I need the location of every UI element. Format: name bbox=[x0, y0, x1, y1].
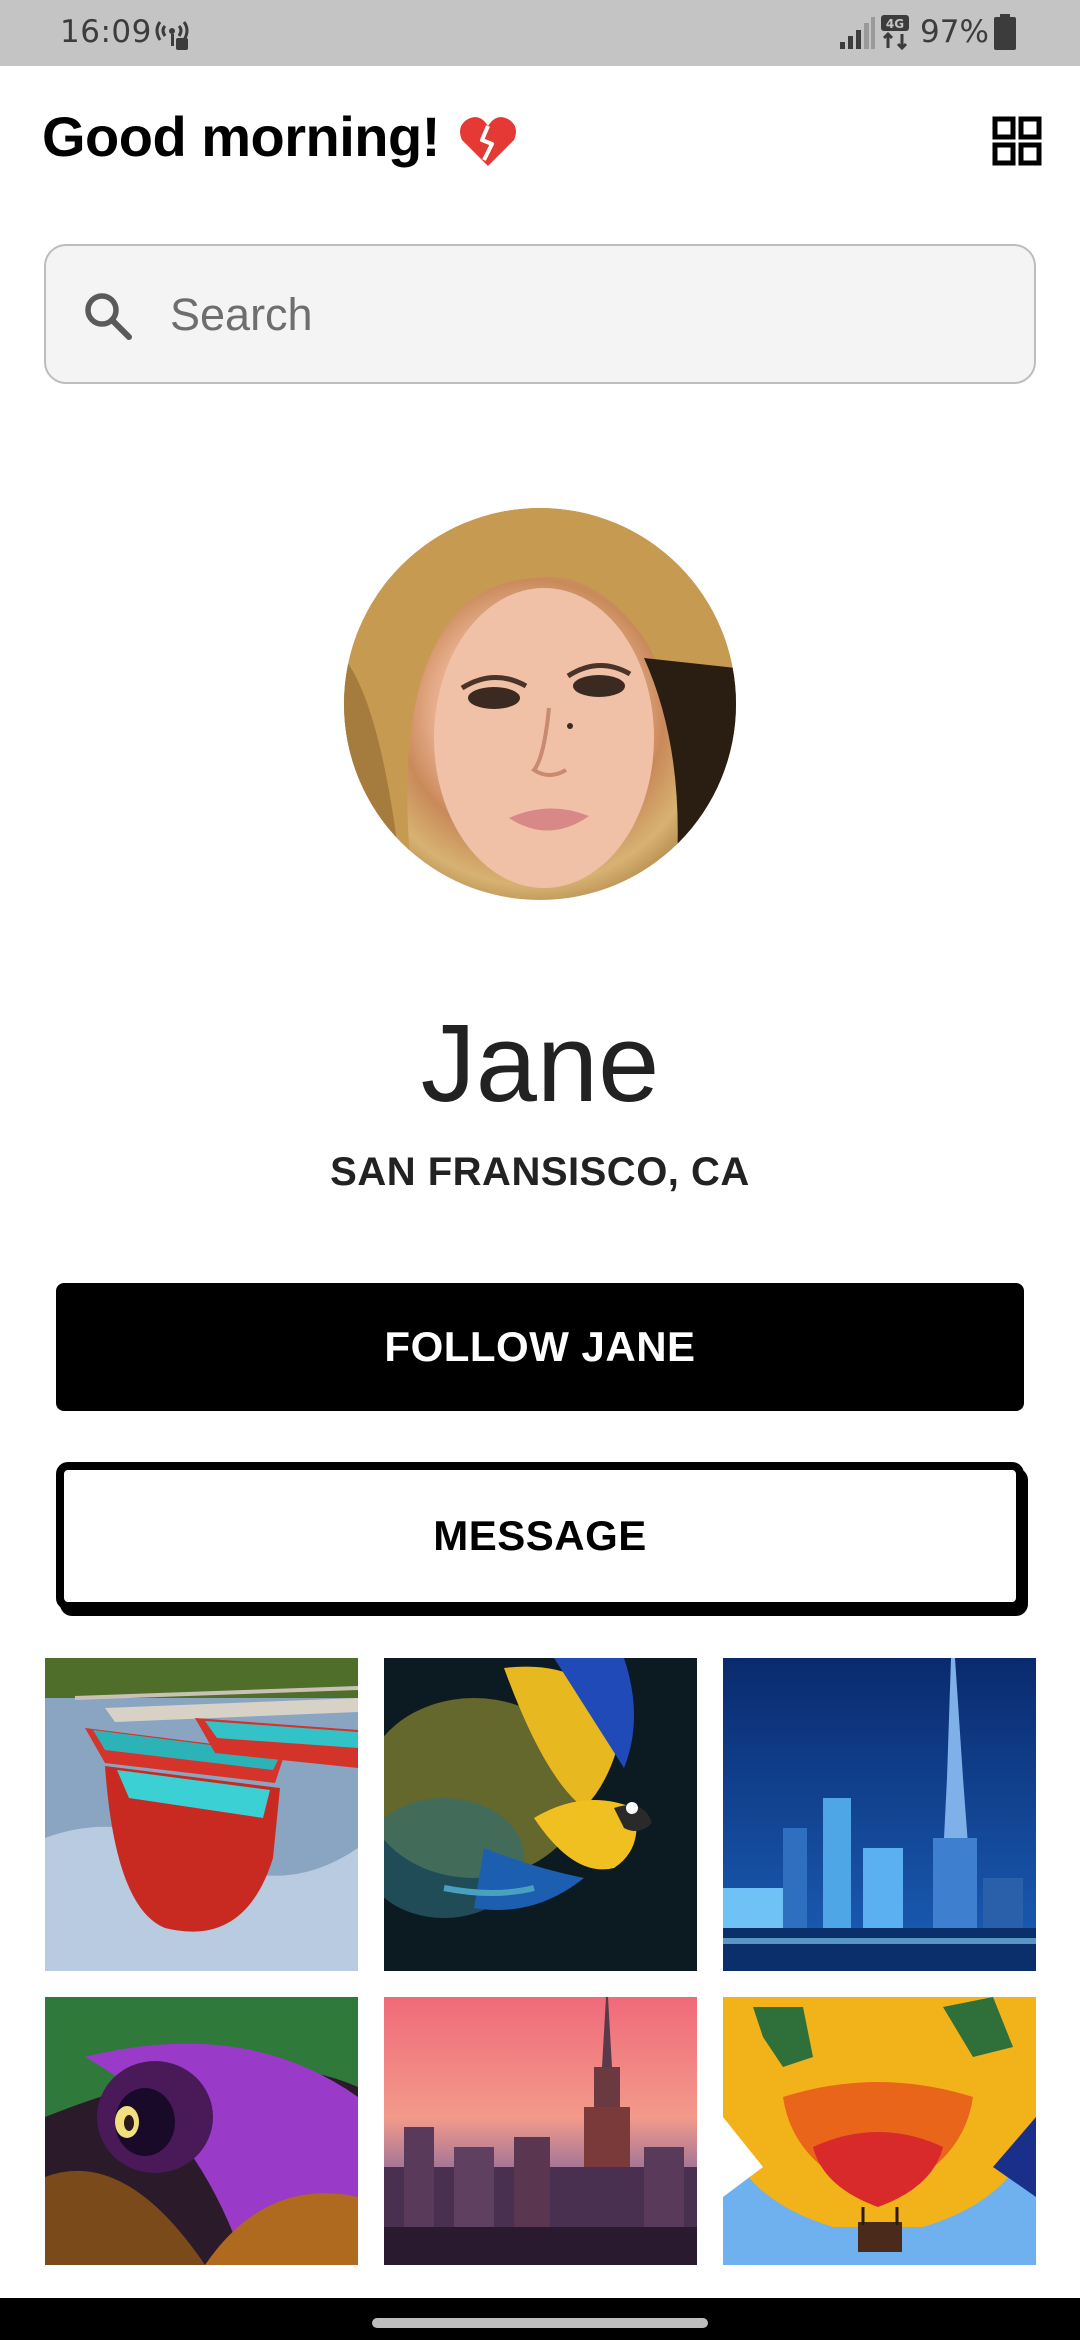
battery-percentage: 97% bbox=[920, 14, 989, 50]
profile-name: Jane bbox=[420, 1002, 660, 1125]
network-4g-icon: 4G bbox=[880, 14, 910, 51]
gallery-photo-sunset-city[interactable] bbox=[384, 1997, 697, 2265]
gallery-photo-feather[interactable] bbox=[45, 1997, 358, 2265]
hotspot-icon bbox=[155, 21, 189, 50]
battery-icon bbox=[994, 14, 1016, 50]
follow-button[interactable]: FOLLOW JANE bbox=[56, 1283, 1024, 1411]
greeting-title: Good morning! bbox=[42, 105, 440, 168]
gallery-photo-night-city[interactable] bbox=[723, 1658, 1036, 1971]
network-badge-text: 4G bbox=[886, 17, 904, 31]
search-bar[interactable] bbox=[44, 244, 1036, 384]
avatar bbox=[344, 508, 736, 900]
search-input[interactable] bbox=[170, 270, 1010, 360]
status-bar: 16:09 4G 97% bbox=[0, 0, 1080, 66]
status-time: 16:09 bbox=[60, 14, 152, 50]
message-button[interactable]: MESSAGE bbox=[56, 1462, 1024, 1610]
search-icon bbox=[85, 293, 132, 340]
system-nav-bar bbox=[0, 2298, 1080, 2340]
gallery-photo-boats[interactable] bbox=[45, 1658, 358, 1971]
profile-location: SAN FRANSISCO, CA bbox=[330, 1150, 750, 1194]
gallery-photo-macaw[interactable] bbox=[384, 1658, 697, 1971]
broken-heart-icon[interactable] bbox=[458, 114, 518, 170]
grid-view-icon[interactable] bbox=[992, 116, 1042, 166]
gallery-photo-balloon[interactable] bbox=[723, 1997, 1036, 2265]
signal-icon bbox=[840, 17, 875, 49]
home-gesture-handle[interactable] bbox=[372, 2318, 708, 2328]
